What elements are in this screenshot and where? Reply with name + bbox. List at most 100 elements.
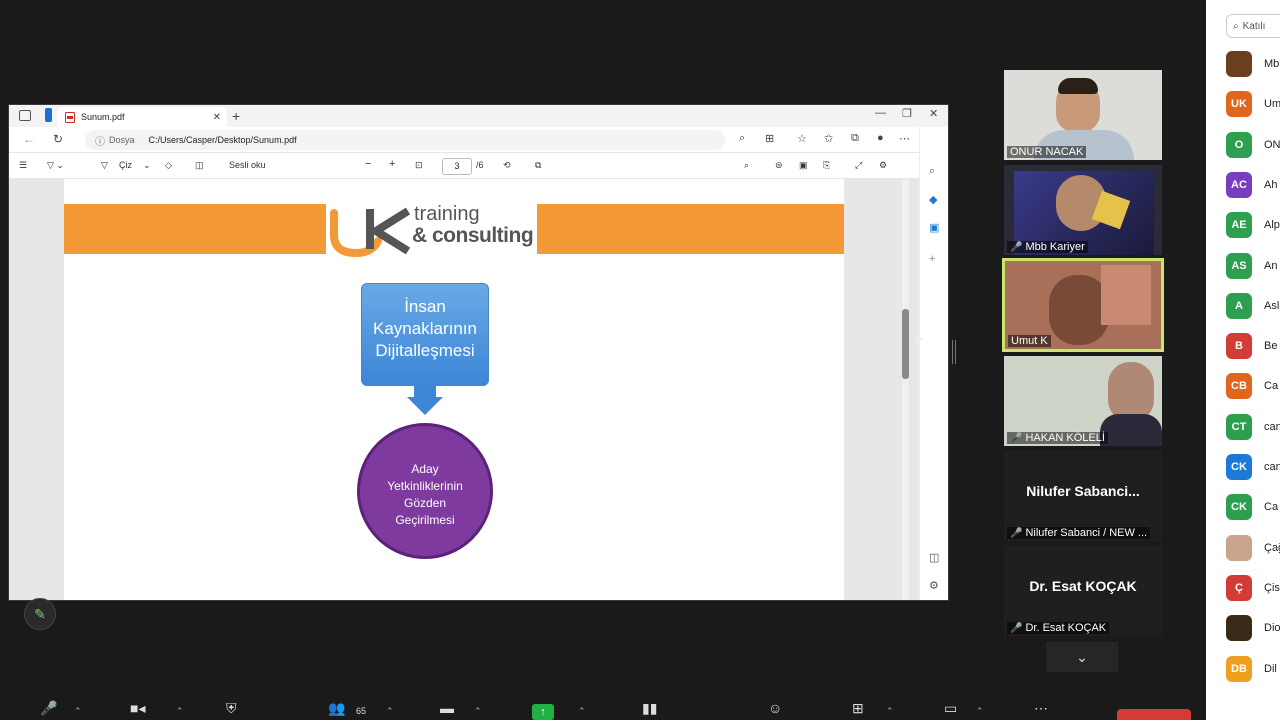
back-icon[interactable]: ← <box>23 132 35 146</box>
favorites-list-icon[interactable]: ✩ <box>824 132 833 145</box>
eraser-icon[interactable]: ◇ <box>165 160 172 171</box>
read-aloud-label[interactable]: Sesli oku <box>229 160 266 170</box>
chat-chevron-icon[interactable]: ⌃ <box>474 706 482 717</box>
end-meeting-button[interactable] <box>1117 709 1191 720</box>
participant-row[interactable]: A Asl <box>1226 292 1280 319</box>
video-tile[interactable]: ONUR NACAK <box>1004 70 1162 160</box>
security-shield-icon[interactable]: ⛨ <box>226 700 237 717</box>
pdf-viewer[interactable]: training & consulting İnsan Kaynaklarını… <box>9 179 919 600</box>
pdf-search-icon[interactable]: ⌕ <box>744 160 749 171</box>
video-tile[interactable]: Dr. Esat KOÇAK 🎤 Dr. Esat KOÇAK <box>1004 546 1162 636</box>
find-icon[interactable]: ⌕ <box>739 132 745 145</box>
participant-row[interactable]: Ç Çis <box>1226 574 1280 601</box>
save-icon[interactable]: ▣ <box>799 160 808 171</box>
participant-avatar: CB <box>1226 373 1252 400</box>
restore-icon[interactable]: ❐ <box>902 107 912 120</box>
favorite-icon[interactable]: ☆ <box>797 132 807 145</box>
participant-row[interactable]: AS An <box>1226 252 1280 279</box>
two-page-icon[interactable]: ⧉ <box>535 160 541 171</box>
participant-row[interactable]: CK can <box>1226 454 1280 480</box>
close-tab-icon[interactable]: ✕ <box>213 112 221 123</box>
read-view-icon[interactable]: ⊞ <box>765 132 774 145</box>
browser-profile-icon[interactable] <box>45 108 52 122</box>
participant-row[interactable]: AE Alp <box>1226 212 1280 239</box>
apps-chevron-icon[interactable]: ⌃ <box>886 706 894 717</box>
sidebar-outlook-icon[interactable]: ▣ <box>929 221 939 234</box>
audio-options-chevron-icon[interactable]: ⌃ <box>74 706 82 717</box>
sidebar-add-icon[interactable]: + <box>929 253 935 265</box>
contents-icon[interactable]: ☰ <box>19 160 27 171</box>
mute-mic-icon[interactable]: 🎤 <box>40 700 57 717</box>
highlight-icon[interactable]: ▽ ⌄ <box>47 160 64 171</box>
pdf-settings-icon[interactable]: ⚙ <box>879 160 887 171</box>
page-view-icon[interactable]: ◫ <box>195 160 204 171</box>
fit-page-icon[interactable]: ⊡ <box>415 160 423 171</box>
participant-row[interactable]: CK Ca <box>1226 494 1280 521</box>
annotate-pen-button[interactable]: ✎ <box>24 598 56 630</box>
chat-icon[interactable]: ▬ <box>440 700 454 716</box>
new-tab-button[interactable]: + <box>232 108 240 124</box>
profile-icon[interactable]: ● <box>877 132 884 144</box>
url-field[interactable]: Dosya C:/Users/Casper/Desktop/Sunum.pdf <box>85 130 725 150</box>
video-tile[interactable]: 🎤 HAKAN KÖLELİ <box>1004 356 1162 446</box>
fullscreen-icon[interactable]: ⤢ <box>855 160 862 171</box>
record-icon[interactable]: ▮▮ <box>642 700 657 717</box>
tile-name: Umut K <box>1008 335 1051 347</box>
pdf-scrollbar-track[interactable] <box>902 179 909 600</box>
reactions-icon[interactable]: ☺ <box>768 700 782 716</box>
participant-row[interactable]: CB Ca <box>1226 373 1280 400</box>
participant-avatar <box>1226 615 1252 642</box>
participant-row[interactable]: AC Ah <box>1226 171 1280 198</box>
draw-dropdown-icon[interactable]: ⌄ <box>143 160 151 171</box>
participant-row[interactable]: O ON <box>1226 131 1280 158</box>
more-menu-icon[interactable]: ⋯ <box>899 132 910 145</box>
zoom-out-button[interactable]: − <box>365 158 371 170</box>
video-tile-active-speaker[interactable]: Umut K <box>1002 258 1164 352</box>
participant-row[interactable]: CT can <box>1226 413 1280 440</box>
participant-search-input[interactable]: ⌕ Katılı <box>1226 14 1280 38</box>
zoom-in-button[interactable]: + <box>389 158 395 170</box>
search-placeholder: Katılı <box>1242 20 1266 32</box>
video-options-chevron-icon[interactable]: ⌃ <box>176 706 184 717</box>
browser-tab[interactable]: Sunum.pdf ✕ <box>57 107 227 127</box>
draw-icon[interactable]: ▽ <box>101 160 108 171</box>
whiteboard-chevron-icon[interactable]: ⌃ <box>976 706 984 717</box>
sidebar-shopping-icon[interactable]: ◆ <box>929 193 937 206</box>
sidebar-panel-icon[interactable]: ◫ <box>929 551 939 564</box>
refresh-icon[interactable]: ↻ <box>53 132 63 146</box>
participant-row[interactable]: Mb <box>1226 51 1280 77</box>
participant-row[interactable]: Çağ <box>1226 534 1280 561</box>
rotate-icon[interactable]: ⟲ <box>503 160 511 171</box>
participants-icon[interactable]: 👥 <box>328 700 345 717</box>
jacket-shape <box>1100 414 1162 446</box>
participant-row[interactable]: Dio <box>1226 615 1280 642</box>
share-chevron-icon[interactable]: ⌃ <box>578 706 586 717</box>
video-tile[interactable]: Nilufer Sabanci... 🎤 Nilufer Sabanci / NE… <box>1004 451 1162 541</box>
participant-avatar: O <box>1226 131 1252 158</box>
split-view-handle[interactable] <box>952 340 956 364</box>
sidebar-settings-icon[interactable]: ⚙ <box>929 579 939 592</box>
pdf-scrollbar-thumb[interactable] <box>902 309 909 379</box>
save-as-icon[interactable]: ⎘ <box>823 160 830 171</box>
participant-row[interactable]: UK Um <box>1226 91 1280 118</box>
workspaces-icon[interactable] <box>19 110 31 121</box>
whiteboard-icon[interactable]: ▭ <box>944 700 957 717</box>
participant-row[interactable]: DB Dil <box>1226 655 1280 682</box>
participant-name: Ah <box>1264 178 1278 191</box>
video-tile[interactable]: 🎤 Mbb Kariyer <box>1004 165 1162 255</box>
apps-icon[interactable]: ⊞ <box>852 700 864 717</box>
minimize-icon[interactable]: — <box>875 107 886 119</box>
participant-name: Alp <box>1264 219 1280 232</box>
collections-icon[interactable]: ⧉ <box>851 132 859 145</box>
draw-label[interactable]: Çiz <box>119 160 132 170</box>
share-screen-icon[interactable]: ↑ <box>532 704 554 720</box>
page-number-input[interactable]: 3 <box>442 158 472 175</box>
sidebar-search-icon[interactable]: ⌕ <box>929 165 935 178</box>
participants-chevron-icon[interactable]: ⌃ <box>386 706 394 717</box>
print-icon[interactable]: ⊜ <box>775 160 783 171</box>
more-icon[interactable]: ⋯ <box>1034 700 1048 717</box>
close-window-icon[interactable]: ✕ <box>929 107 938 120</box>
participant-row[interactable]: B Be <box>1226 333 1280 360</box>
video-camera-icon[interactable]: ■◂ <box>130 700 145 717</box>
more-videos-chevron-icon[interactable]: ⌄ <box>1046 642 1118 672</box>
